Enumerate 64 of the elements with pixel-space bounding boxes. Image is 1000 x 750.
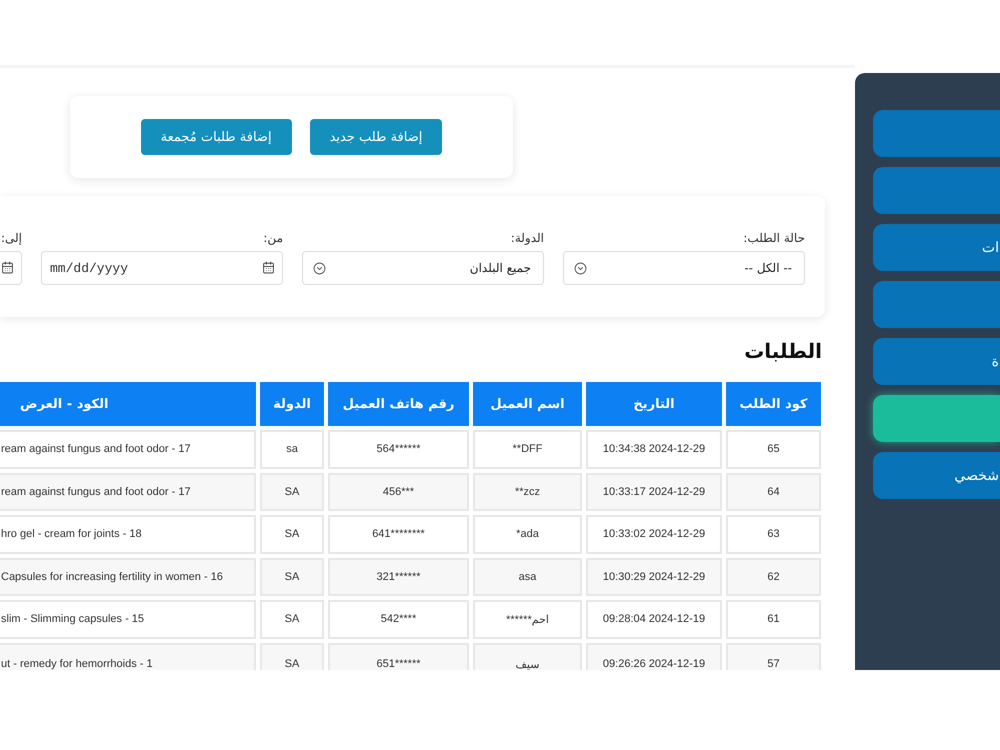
section-title: الطلبات	[744, 338, 822, 365]
table-cell: 456***	[328, 472, 469, 511]
table-cell: 10:33:02 2024-12-29	[586, 515, 722, 554]
table-cell: 63	[726, 515, 821, 554]
table-cell: SA	[260, 558, 324, 596]
table-cell: ream against fungus and foot odor - 17	[0, 430, 256, 468]
table-cell: 564******	[328, 430, 469, 468]
filter-label: من:	[262, 230, 283, 246]
table-cell: 62	[726, 558, 821, 596]
column-header: الدولة	[260, 382, 324, 426]
sidebar-item[interactable]	[873, 167, 1000, 214]
table-cell: 10:30:29 2024-12-29	[586, 558, 722, 596]
dropdown[interactable]: -- الكل --	[563, 251, 805, 285]
table-cell: **DFF	[473, 430, 582, 468]
table-cell: sa	[260, 430, 324, 468]
calendar-icon	[262, 261, 275, 274]
table-cell: 61	[726, 600, 821, 638]
column-header: رقم هاتف العميل	[328, 382, 469, 426]
column-header: كود الطلب	[726, 382, 821, 426]
sidebar-item[interactable]	[873, 281, 1000, 328]
column-header: التاريخ	[586, 382, 722, 426]
table-cell: 09:28:04 2024-12-19	[586, 600, 722, 638]
chevron-down-icon	[574, 262, 587, 274]
table-cell: سيف	[473, 642, 582, 670]
table-cell: 321******	[328, 558, 469, 596]
table-cell: Capsules for increasing fertility in women - 16	[0, 558, 256, 596]
table-cell: احم******	[473, 600, 582, 638]
table-cell: 57	[726, 642, 821, 670]
add-bulk-orders-button[interactable]: إضافة طلبات مُجمعة	[140, 119, 292, 155]
table-cell: 10:33:17 2024-12-29	[586, 472, 722, 511]
table-cell: hro gel - cream for joints - 18	[0, 515, 256, 554]
calendar-icon	[1, 261, 14, 274]
sidebar-item[interactable]: شخصي	[873, 452, 1000, 499]
sidebar-item[interactable]: ة	[873, 338, 1000, 385]
table-cell: SA	[260, 515, 324, 554]
filter-label: حالة الطلب:	[742, 230, 805, 246]
table-cell: **zcz	[473, 472, 582, 511]
column-header: اسم العميل	[473, 382, 582, 426]
table-cell: 09:26:26 2024-12-19	[586, 642, 722, 670]
table-cell: 64	[726, 472, 821, 511]
table-cell: SA	[260, 600, 324, 638]
sidebar-item[interactable]	[873, 395, 1000, 442]
table-cell: slim - Slimming capsules - 15	[0, 600, 256, 638]
table-cell: 542****	[328, 600, 469, 638]
sidebar-item[interactable]: ات	[873, 224, 1000, 271]
table-cell: 651******	[328, 642, 469, 670]
table-cell: 65	[726, 430, 821, 468]
table-cell: *ada	[473, 515, 582, 554]
filter-label: إلى:	[0, 230, 22, 246]
date-field[interactable]: mm/dd/yyyy	[41, 251, 283, 285]
date-field[interactable]	[0, 251, 22, 285]
table-cell: SA	[260, 472, 324, 511]
table-cell: SA	[260, 642, 324, 670]
column-header: الكود - العرض	[0, 382, 256, 426]
table-cell: 10:34:38 2024-12-29	[586, 430, 722, 468]
dropdown[interactable]: جميع البلدان	[302, 251, 544, 285]
table-cell: ut - remedy for hemorrhoids - 1	[0, 642, 256, 670]
table-cell: ream against fungus and foot odor - 17	[0, 472, 256, 511]
table-cell: 641********	[328, 515, 469, 554]
table-cell: asa	[473, 558, 582, 596]
sidebar-item[interactable]	[873, 110, 1000, 157]
filter-label: الدولة:	[510, 230, 544, 246]
chevron-down-icon	[313, 262, 326, 274]
add-order-button[interactable]: إضافة طلب جديد	[310, 119, 442, 155]
